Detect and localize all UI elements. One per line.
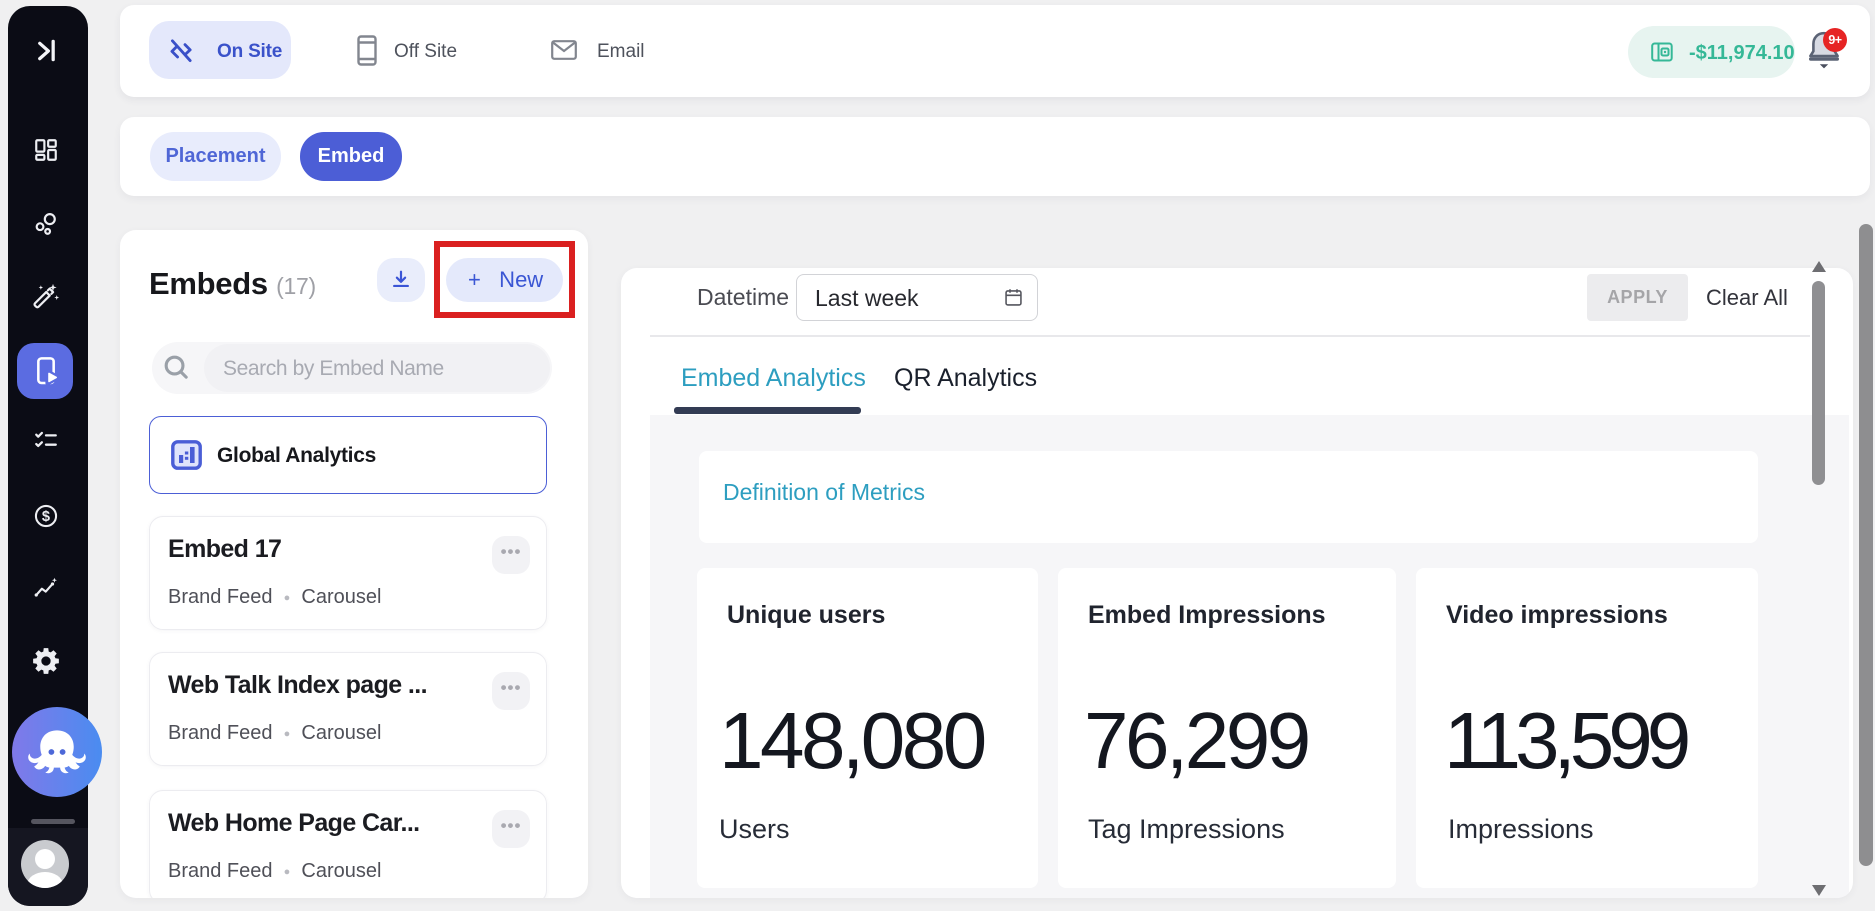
svg-text:$: $ bbox=[42, 509, 50, 525]
